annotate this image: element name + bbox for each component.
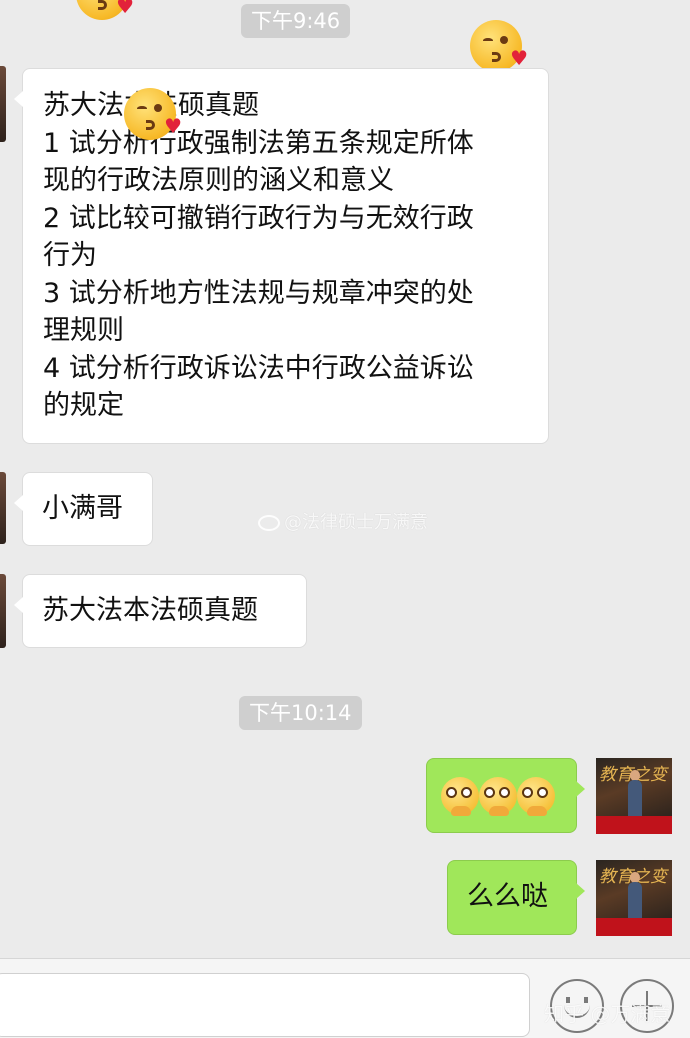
kiss-emoji-icon: ♥ xyxy=(470,20,528,72)
kiss-emoji-icon: ♥ xyxy=(76,0,134,20)
message-bubble-received[interactable]: 苏大法本法硕真题 1 试分析行政强制法第五条规定所体 现的行政法原则的涵义和意义… xyxy=(14,68,549,444)
message-line: 2 试比较可撤销行政行为与无效行政 xyxy=(43,202,474,234)
message-line: 理规则 xyxy=(43,315,124,346)
message-line: 的规定 xyxy=(43,390,124,421)
contact-avatar[interactable] xyxy=(0,574,6,648)
my-avatar[interactable]: 教育之变 xyxy=(596,860,672,936)
message-bubble-sent[interactable]: 么么哒 xyxy=(447,860,585,935)
peeking-face-icon xyxy=(517,776,555,816)
message-line: 1 试分析行政强制法第五条规定所体 xyxy=(43,127,474,159)
weibo-icon xyxy=(258,515,280,531)
zhihu-watermark: 知乎 @万满意 xyxy=(544,1002,671,1026)
peeking-face-icon xyxy=(479,776,517,816)
message-bubble-received[interactable]: 苏大法本法硕真题 xyxy=(14,574,307,648)
contact-avatar[interactable] xyxy=(0,66,6,142)
peeking-face-icon xyxy=(441,776,479,816)
message-line: 3 试分析地方性法规与规章冲突的处 xyxy=(43,277,474,309)
weibo-watermark: @法律硕士万满意 xyxy=(258,508,428,534)
timestamp: 下午10:14 xyxy=(239,696,362,730)
message-text: 苏大法本法硕真题 xyxy=(42,595,258,626)
message-bubble-received[interactable]: 小满哥 xyxy=(14,472,153,546)
contact-avatar[interactable] xyxy=(0,472,6,544)
message-input[interactable] xyxy=(0,973,530,1037)
kiss-emoji-icon: ♥ xyxy=(124,88,182,140)
message-line: 4 试分析行政诉讼法中行政公益诉讼 xyxy=(43,352,474,384)
message-text: 么么哒 xyxy=(467,881,548,912)
timestamp: 下午9:46 xyxy=(241,4,351,38)
my-avatar[interactable]: 教育之变 xyxy=(596,758,672,834)
message-line: 行为 xyxy=(43,240,97,271)
message-bubble-sent[interactable] xyxy=(426,758,585,833)
message-line: 现的行政法原则的涵义和意义 xyxy=(43,165,394,196)
message-line: 苏大法本法硕真题 xyxy=(43,87,528,125)
message-text: 小满哥 xyxy=(42,493,123,524)
